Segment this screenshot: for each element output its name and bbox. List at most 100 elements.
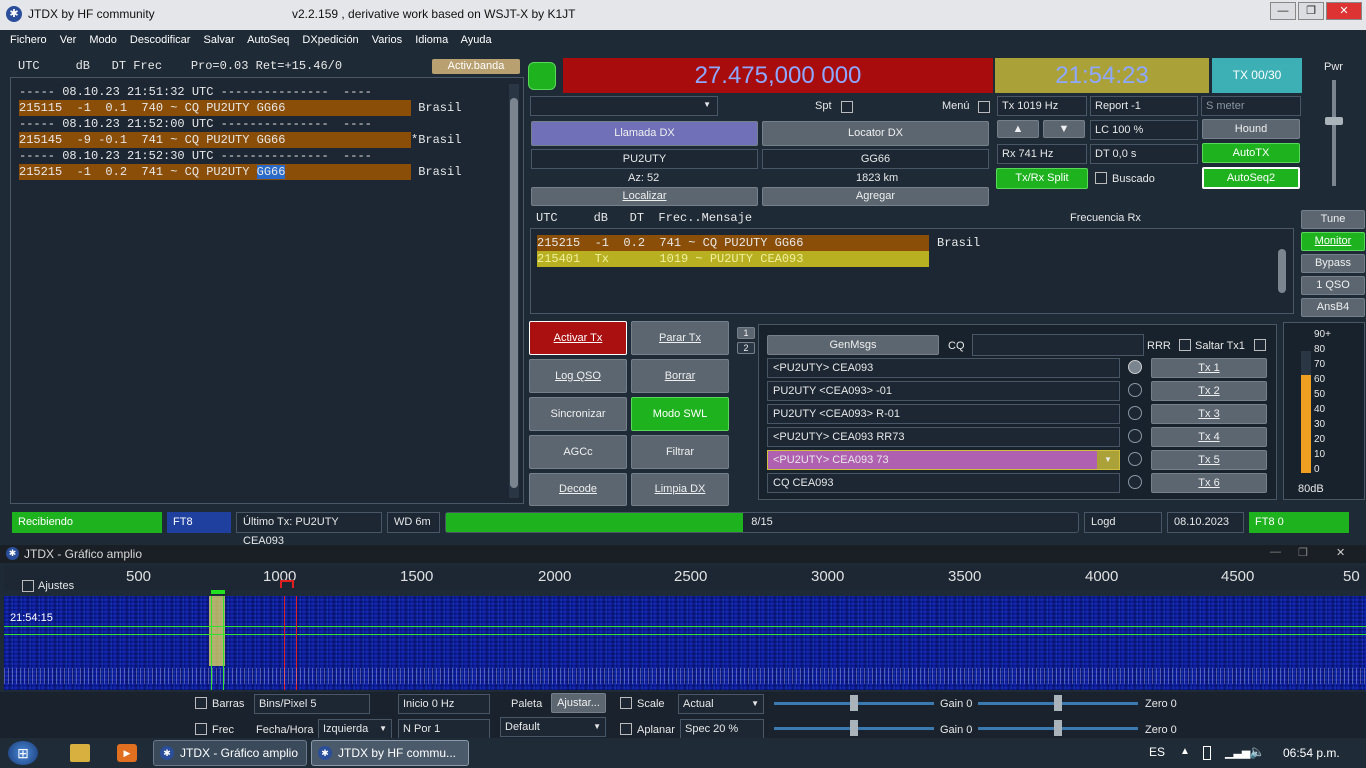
message-tx2[interactable]: PU2UTY <CEA093> -01 bbox=[767, 381, 1120, 401]
zero2-handle[interactable] bbox=[1054, 720, 1062, 736]
tx3-button[interactable]: Tx 3 bbox=[1151, 404, 1267, 424]
radio-tx6[interactable] bbox=[1128, 475, 1142, 489]
locator-dx-button[interactable]: Locator DX bbox=[762, 121, 989, 146]
bypass-button[interactable]: Bypass bbox=[1301, 254, 1365, 273]
ansb4-button[interactable]: AnsB4 bbox=[1301, 298, 1365, 317]
filtrar-button[interactable]: Filtrar bbox=[631, 435, 729, 469]
radio-tx4[interactable] bbox=[1128, 429, 1142, 443]
band-select[interactable]: ▼ bbox=[530, 96, 718, 116]
inicio-spinbox[interactable]: Inicio 0 Hz bbox=[398, 694, 490, 714]
menu-idioma[interactable]: Idioma bbox=[415, 34, 448, 46]
frec-checkbox[interactable] bbox=[195, 723, 207, 735]
saltar-tx1-checkbox[interactable] bbox=[1254, 339, 1266, 351]
menu-varios[interactable]: Varios bbox=[372, 34, 402, 46]
menu-autoseq[interactable]: AutoSeq bbox=[247, 34, 289, 46]
report-spinbox[interactable]: Report -1 bbox=[1090, 96, 1198, 116]
n-por-spinbox[interactable]: N Por 1 bbox=[398, 719, 490, 739]
rx-scrollbar[interactable] bbox=[1277, 235, 1287, 309]
tray-arrow-icon[interactable]: ▲ bbox=[1180, 746, 1190, 757]
tune-button[interactable]: Tune bbox=[1301, 210, 1365, 229]
spt-checkbox[interactable] bbox=[841, 101, 853, 113]
down-button[interactable]: ▼ bbox=[1043, 120, 1085, 138]
cq-field[interactable] bbox=[972, 334, 1144, 356]
scale-checkbox[interactable] bbox=[620, 697, 632, 709]
log-qso-button[interactable]: Log QSO bbox=[529, 359, 627, 393]
genmsgs-button[interactable]: GenMsgs bbox=[767, 335, 939, 355]
activ-banda-button[interactable]: Activ.banda bbox=[432, 59, 520, 74]
folder-icon[interactable] bbox=[70, 744, 90, 762]
taskbar-clock[interactable]: 06:54 p.m. bbox=[1283, 746, 1340, 760]
radio-tx2[interactable] bbox=[1128, 383, 1142, 397]
izquierda-select[interactable]: Izquierda ▼ bbox=[318, 719, 392, 739]
message-tx6[interactable]: CQ CEA093 bbox=[767, 473, 1120, 493]
bins-pixel-spinbox[interactable]: Bins/Pixel 5 bbox=[254, 694, 370, 714]
language-indicator[interactable]: ES bbox=[1149, 745, 1165, 759]
dx-grid-field[interactable]: GG66 bbox=[762, 149, 989, 169]
tab-1[interactable]: 1 bbox=[737, 327, 755, 339]
barras-checkbox[interactable] bbox=[195, 697, 207, 709]
wf-close-button[interactable]: ✕ bbox=[1336, 546, 1345, 559]
close-button[interactable]: ✕ bbox=[1326, 2, 1362, 20]
gain2-handle[interactable] bbox=[850, 720, 858, 736]
borrar-button[interactable]: Borrar bbox=[631, 359, 729, 393]
one-qso-button[interactable]: 1 QSO bbox=[1301, 276, 1365, 295]
start-windows-icon[interactable]: ⊞ bbox=[8, 741, 38, 765]
radio-tx5[interactable] bbox=[1128, 452, 1142, 466]
signal-icon[interactable]: ▁▃▅ bbox=[1225, 746, 1250, 759]
rrr-checkbox[interactable] bbox=[1179, 339, 1191, 351]
tx4-button[interactable]: Tx 4 bbox=[1151, 427, 1267, 447]
tx-period-button[interactable]: TX 00/30 bbox=[1212, 58, 1302, 93]
hound-button[interactable]: Hound bbox=[1202, 119, 1300, 139]
activar-tx-button[interactable]: Activar Tx bbox=[529, 321, 627, 355]
menu-checkbox[interactable] bbox=[978, 101, 990, 113]
decode-button[interactable]: Decode bbox=[529, 473, 627, 506]
menu-ayuda[interactable]: Ayuda bbox=[461, 34, 492, 46]
agregar-button[interactable]: Agregar bbox=[762, 187, 989, 206]
band-row[interactable]: ----- 08.10.23 21:52:00 UTC ------------… bbox=[19, 116, 461, 132]
taskbar-item-waterfall[interactable]: ✱ JTDX - Gráfico amplio bbox=[153, 740, 307, 766]
dx-call-field[interactable]: PU2UTY bbox=[531, 149, 758, 169]
parar-tx-button[interactable]: Parar Tx bbox=[631, 321, 729, 355]
band-row[interactable]: 215215 -1 0.2 741 ~ CQ PU2UTY GG66 Brasi… bbox=[19, 164, 461, 180]
band-row[interactable]: 215145 -9 -0.1 741 ~ CQ PU2UTY GG66 *Bras… bbox=[19, 132, 461, 148]
band-row[interactable]: ----- 08.10.23 21:51:32 UTC ------------… bbox=[19, 84, 461, 100]
rx-freq-spinbox[interactable]: Rx 741 Hz bbox=[997, 144, 1087, 164]
band-scrollbar[interactable] bbox=[509, 84, 519, 498]
tx-freq-spinbox[interactable]: Tx 1019 Hz bbox=[997, 96, 1087, 116]
menu-dxpedicion[interactable]: DXpedición bbox=[302, 34, 358, 46]
menu-ver[interactable]: Ver bbox=[60, 34, 77, 46]
tx2-button[interactable]: Tx 2 bbox=[1151, 381, 1267, 401]
localizar-button[interactable]: Localizar bbox=[531, 187, 758, 206]
menu-salvar[interactable]: Salvar bbox=[204, 34, 235, 46]
sincronizar-button[interactable]: Sincronizar bbox=[529, 397, 627, 431]
chevron-down-icon[interactable]: ▼ bbox=[1097, 451, 1119, 469]
txrx-split-button[interactable]: Tx/Rx Split bbox=[996, 168, 1088, 189]
media-player-icon[interactable]: ▶ bbox=[117, 744, 137, 762]
radio-tx3[interactable] bbox=[1128, 406, 1142, 420]
radio-tx1[interactable] bbox=[1128, 360, 1142, 374]
minimize-button[interactable]: — bbox=[1270, 2, 1296, 20]
battery-icon[interactable] bbox=[1203, 746, 1211, 760]
tx6-button[interactable]: Tx 6 bbox=[1151, 473, 1267, 493]
autotx-button[interactable]: AutoTX bbox=[1202, 143, 1300, 163]
pwr-slider-handle[interactable] bbox=[1325, 117, 1343, 125]
band-row[interactable]: ----- 08.10.23 21:52:30 UTC ------------… bbox=[19, 148, 461, 164]
modo-swl-button[interactable]: Modo SWL bbox=[631, 397, 729, 431]
waterfall-display[interactable]: 21:54:15 bbox=[4, 596, 1366, 690]
dt-spinbox[interactable]: DT 0,0 s bbox=[1090, 144, 1198, 164]
wf-minimize-button[interactable]: — bbox=[1270, 546, 1281, 558]
menu-descodificar[interactable]: Descodificar bbox=[130, 34, 191, 46]
message-tx1[interactable]: <PU2UTY> CEA093 bbox=[767, 358, 1120, 378]
volume-icon[interactable]: 🔈 bbox=[1249, 744, 1265, 760]
aplanar-checkbox[interactable] bbox=[620, 723, 632, 735]
buscado-checkbox[interactable] bbox=[1095, 172, 1107, 184]
lc-spinbox[interactable]: LC 100 % bbox=[1090, 120, 1198, 140]
limpia-dx-button[interactable]: Limpia DX bbox=[631, 473, 729, 506]
taskbar-item-main[interactable]: ✱ JTDX by HF commu... bbox=[311, 740, 469, 766]
rx-row[interactable]: 215401 Tx 1019 ~ PU2UTY CEA093 bbox=[537, 251, 980, 267]
menu-fichero[interactable]: Fichero bbox=[10, 34, 47, 46]
palette-select[interactable]: Default ▼ bbox=[500, 717, 606, 737]
pwr-slider-track[interactable] bbox=[1332, 80, 1336, 186]
up-button[interactable]: ▲ bbox=[997, 120, 1039, 138]
ajustar-button[interactable]: Ajustar... bbox=[551, 693, 606, 713]
